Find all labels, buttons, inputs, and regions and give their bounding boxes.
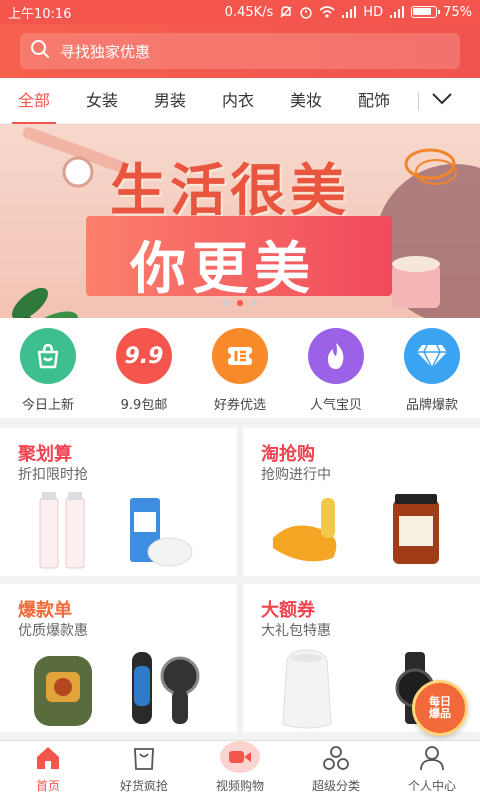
search-header: 寻找独家优惠	[0, 24, 480, 78]
product-skincare-image	[39, 492, 193, 569]
tab-accessories[interactable]: 配饰	[340, 78, 408, 124]
promo-title: 淘抢购	[261, 444, 315, 465]
tab-beauty[interactable]: 美妆	[272, 78, 340, 124]
bag-icon	[129, 743, 159, 773]
shortcut-row: 今日上新 9.9 9.9包邮 好券优选 人气宝贝 品牌爆款	[0, 318, 480, 418]
signal-label: HD	[363, 4, 384, 20]
promo-subtitle: 大礼包特惠	[261, 623, 331, 639]
chevron-down-icon	[431, 91, 453, 110]
mute-icon	[279, 5, 293, 19]
promo-card-baokuandan[interactable]: 爆款单 优质爆款惠	[0, 584, 237, 732]
shortcut-brand-hits[interactable]: 品牌爆款	[384, 318, 480, 418]
promo-banner[interactable]: 生活很美 你更美	[0, 124, 480, 318]
promo-title: 爆款单	[18, 600, 72, 621]
nav-video-shopping[interactable]: 视频购物	[192, 741, 288, 800]
nine-nine-icon: 9.9	[116, 328, 172, 384]
shortcut-label: 9.9包邮	[120, 398, 168, 413]
search-placeholder: 寻找独家优惠	[60, 42, 151, 61]
battery-percent: 75%	[443, 4, 472, 20]
category-tabs: 全部 女装 男装 内衣 美妆 配饰	[0, 78, 480, 124]
banner-pagination	[0, 300, 480, 306]
nav-hot-goods[interactable]: 好货疯抢	[96, 741, 192, 800]
promo-title: 聚划算	[18, 444, 72, 465]
promo-card-juhuasuan[interactable]: 聚划算 折扣限时抢	[0, 428, 237, 576]
promo-card-taoqianggou[interactable]: 淘抢购 抢购进行中	[243, 428, 480, 576]
home-icon	[33, 743, 63, 773]
nav-label: 首页	[35, 779, 60, 793]
product-food-image	[273, 494, 439, 564]
promo-subtitle: 抢购进行中	[261, 467, 331, 483]
alarm-icon	[299, 5, 313, 19]
flame-icon	[308, 328, 364, 384]
nav-super-category[interactable]: 超级分类	[288, 741, 384, 800]
promo-grid: 聚划算 折扣限时抢 淘抢购 抢购进行中 爆款单 优质爆款惠 大额券 大礼包特惠	[0, 428, 480, 734]
search-icon	[30, 39, 50, 63]
shopping-bag-icon	[20, 328, 76, 384]
coupon-icon	[212, 328, 268, 384]
promo-title: 大额券	[261, 600, 315, 621]
video-icon	[220, 741, 260, 773]
pagination-dot[interactable]	[251, 300, 257, 306]
nav-label: 超级分类	[311, 779, 360, 793]
signal-icon	[389, 6, 405, 18]
pagination-dot[interactable]	[223, 300, 229, 306]
banner-subheadline: 你更美	[130, 237, 316, 302]
bottom-nav: 首页 好货疯抢 视频购物 超级分类 个人中心	[0, 740, 480, 800]
shortcut-label: 好券优选	[213, 398, 266, 413]
shortcut-coupons[interactable]: 好券优选	[192, 318, 288, 418]
promo-subtitle: 折扣限时抢	[18, 467, 88, 483]
network-speed: 0.45K/s	[224, 4, 274, 20]
promo-subtitle: 优质爆款惠	[18, 623, 88, 639]
shortcut-label: 人气宝贝	[309, 398, 362, 413]
status-time: 上午10:16	[8, 6, 72, 22]
shortcut-label: 今日上新	[21, 398, 74, 413]
pagination-dot-active[interactable]	[237, 300, 243, 306]
nav-profile[interactable]: 个人中心	[384, 741, 480, 800]
shortcut-label: 品牌爆款	[405, 398, 458, 413]
shortcut-99-free-shipping[interactable]: 9.9 9.9包邮	[96, 318, 192, 418]
nine-nine-badge: 9.9	[124, 343, 164, 369]
tab-underwear[interactable]: 内衣	[204, 78, 272, 124]
nav-label: 好货疯抢	[119, 779, 168, 793]
banner-headline: 生活很美	[110, 159, 350, 224]
status-bar: 上午10:16 0.45K/s HD 75%	[0, 0, 480, 24]
float-badge-line2: 爆品	[429, 707, 451, 720]
expand-categories-button[interactable]	[419, 78, 465, 124]
battery-icon	[411, 6, 441, 18]
nav-label: 个人中心	[407, 779, 456, 793]
tab-womens[interactable]: 女装	[68, 78, 136, 124]
wifi-icon	[319, 6, 335, 18]
tab-all[interactable]: 全部	[0, 78, 68, 124]
search-input[interactable]: 寻找独家优惠	[20, 33, 460, 69]
shortcut-new-today[interactable]: 今日上新	[0, 318, 96, 418]
shortcut-popular[interactable]: 人气宝贝	[288, 318, 384, 418]
nav-home[interactable]: 首页	[0, 741, 96, 800]
tab-mens[interactable]: 男装	[136, 78, 204, 124]
user-icon	[417, 743, 447, 773]
product-backpack-shaver-image	[34, 652, 200, 726]
signal-icon	[341, 6, 357, 18]
diamond-icon	[404, 328, 460, 384]
daily-hot-float-button[interactable]: 每日 爆品	[412, 680, 468, 736]
nav-label: 视频购物	[215, 779, 264, 793]
category-icon	[321, 743, 351, 773]
